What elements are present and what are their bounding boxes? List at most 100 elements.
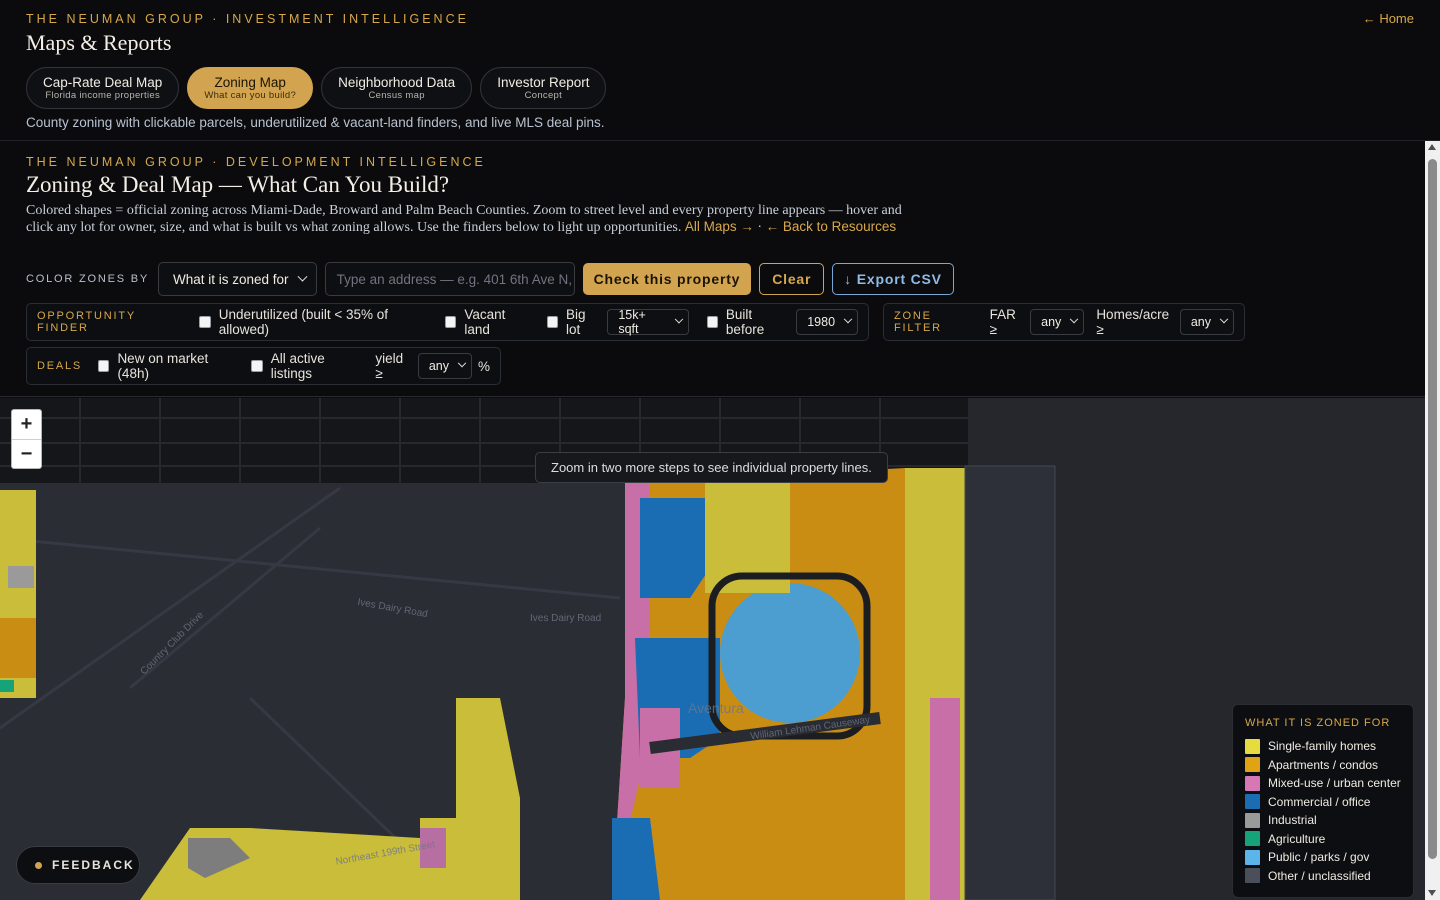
tab-sublabel: Concept [524, 90, 563, 101]
clear-button[interactable]: Clear [759, 263, 825, 295]
underutilized-checkbox[interactable] [199, 316, 211, 328]
tab-neighborhood-data[interactable]: Neighborhood Data Census map [321, 67, 473, 109]
legend-item: Other / unclassified [1245, 867, 1401, 886]
check-property-button[interactable]: Check this property [582, 263, 752, 295]
feedback-dot-icon [35, 861, 42, 869]
zone-filter-panel: ZONE FILTER FAR ≥ any Homes/acre ≥ any [883, 303, 1245, 341]
built-before-year-select[interactable]: 1980 [796, 309, 859, 335]
feedback-button[interactable]: FEEDBACK [16, 846, 140, 884]
zoom-out-button[interactable]: − [12, 439, 41, 468]
percent-sign: % [477, 358, 490, 374]
scroll-up-arrow-icon[interactable] [1428, 144, 1436, 150]
far-select[interactable]: any [1030, 309, 1085, 335]
big-lot-size-select[interactable]: 15k+ sqft [607, 308, 689, 336]
opportunity-finder-label: OPPORTUNITY FINDER [37, 310, 136, 334]
built-before-checkbox[interactable] [706, 316, 718, 328]
report-tabs: Cap-Rate Deal Map Florida income propert… [26, 67, 607, 109]
chevron-down-icon [1070, 314, 1079, 324]
yield-label: yield ≥ [375, 351, 404, 381]
legend-swatch [1245, 812, 1260, 828]
legend-item: Public / parks / gov [1245, 848, 1401, 867]
legend-swatch [1245, 831, 1260, 847]
legend-swatch [1245, 868, 1260, 884]
color-zones-row: COLOR ZONES BY What it is zoned for Type… [26, 262, 954, 296]
chevron-down-icon [674, 315, 683, 324]
legend-item: Mixed-use / urban center [1245, 774, 1401, 793]
chevron-down-icon [457, 358, 467, 368]
zone-commercial[interactable] [640, 498, 710, 598]
chevron-down-icon [297, 271, 308, 282]
color-zones-select[interactable]: What it is zoned for [158, 262, 317, 296]
zoning-map[interactable]: Ives Dairy Road Ives Dairy Road Aventura… [0, 398, 1425, 900]
deals-label: DEALS [37, 360, 83, 372]
color-zones-label: COLOR ZONES BY [26, 273, 149, 285]
color-zones-value: What it is zoned for [173, 271, 289, 287]
legend-swatch [1245, 849, 1260, 865]
all-active-listings-label: All active listings [270, 351, 325, 381]
header-subtitle: County zoning with clickable parcels, un… [26, 115, 605, 130]
tab-investor-report[interactable]: Investor Report Concept [480, 67, 607, 109]
home-link[interactable]: ← Home [1363, 11, 1414, 26]
legend-label: Public / parks / gov [1268, 850, 1370, 865]
big-lot-checkbox[interactable] [546, 316, 559, 328]
all-active-listings-checkbox[interactable] [251, 360, 263, 372]
new-on-market-label: New on market (48h) [117, 351, 209, 381]
tab-cap-rate-deal-map[interactable]: Cap-Rate Deal Map Florida income propert… [26, 67, 180, 109]
back-to-resources-link[interactable]: ← Back to Resources [766, 219, 897, 234]
zoning-legend: WHAT IT IS ZONED FOR Single-family homes… [1232, 704, 1414, 898]
all-maps-link[interactable]: All Maps → [685, 219, 754, 234]
zone-apartments[interactable] [0, 618, 36, 678]
legend-label: Agriculture [1268, 831, 1326, 846]
homes-per-acre-select[interactable]: any [1179, 309, 1234, 335]
tool-eyebrow: THE NEUMAN GROUP · DEVELOPMENT INTELLIGE… [26, 155, 486, 169]
legend-label: Single-family homes [1268, 739, 1377, 754]
city-label: Aventura [688, 700, 744, 716]
scroll-thumb[interactable] [1428, 159, 1437, 859]
tab-zoning-map[interactable]: Zoning Map What can you build? [187, 67, 314, 109]
header-eyebrow: THE NEUMAN GROUP · INVESTMENT INTELLIGEN… [26, 12, 469, 26]
zoom-in-button[interactable]: + [12, 410, 41, 439]
chevron-down-icon [1219, 314, 1229, 324]
tool-description: Colored shapes = official zoning across … [26, 203, 906, 236]
yield-select[interactable]: any [417, 353, 472, 379]
zoom-hint-tooltip: Zoom in two more steps to see individual… [535, 452, 888, 483]
new-on-market-checkbox[interactable] [98, 360, 110, 372]
legend-item: Single-family homes [1245, 737, 1401, 756]
legend-title: WHAT IT IS ZONED FOR [1245, 717, 1391, 729]
legend-item: Apartments / condos [1245, 756, 1401, 775]
chevron-down-icon [843, 314, 853, 324]
tab-sublabel: What can you build? [204, 90, 297, 101]
link-separator: · [753, 220, 766, 235]
address-search-input[interactable]: Type an address — e.g. 401 6th Ave N, ..… [324, 262, 575, 296]
legend-label: Mixed-use / urban center [1268, 776, 1401, 791]
legend-swatch [1245, 775, 1260, 791]
zone-mixed-use[interactable] [930, 698, 960, 900]
legend-item: Commercial / office [1245, 793, 1401, 812]
deals-panel: DEALS New on market (48h) All active lis… [26, 347, 501, 385]
street-label: Ives Dairy Road [530, 613, 602, 624]
big-lot-size-value: 15k+ sqft [618, 308, 646, 336]
underutilized-label: Underutilized (built < 35% of allowed) [218, 307, 388, 337]
legend-label: Other / unclassified [1268, 868, 1371, 883]
feedback-label: FEEDBACK [52, 858, 135, 872]
zone-industrial[interactable] [8, 566, 34, 588]
legend-label: Commercial / office [1268, 794, 1371, 809]
legend-item: Agriculture [1245, 830, 1401, 849]
tab-label: Zoning Map [214, 75, 286, 90]
vacant-land-checkbox[interactable] [444, 316, 457, 328]
big-lot-label: Big lot [566, 307, 586, 337]
zone-other[interactable] [964, 465, 1056, 900]
export-csv-button[interactable]: ↓ Export CSV [832, 263, 954, 295]
opportunity-finder-panel: OPPORTUNITY FINDER Underutilized (built … [26, 303, 869, 341]
tab-sublabel: Florida income properties [45, 90, 160, 101]
far-value: any [1041, 315, 1062, 329]
scroll-down-arrow-icon[interactable] [1428, 890, 1436, 896]
zone-agriculture[interactable] [0, 680, 14, 692]
tab-label: Investor Report [497, 75, 590, 90]
homes-per-acre-label: Homes/acre ≥ [1096, 307, 1170, 337]
tool-title: Zoning & Deal Map — What Can You Build? [26, 172, 450, 197]
built-before-year-value: 1980 [807, 315, 836, 329]
tab-label: Neighborhood Data [338, 75, 456, 90]
address-placeholder: Type an address — e.g. 401 6th Ave N, ..… [336, 271, 575, 287]
page-scrollbar[interactable] [1425, 141, 1440, 900]
